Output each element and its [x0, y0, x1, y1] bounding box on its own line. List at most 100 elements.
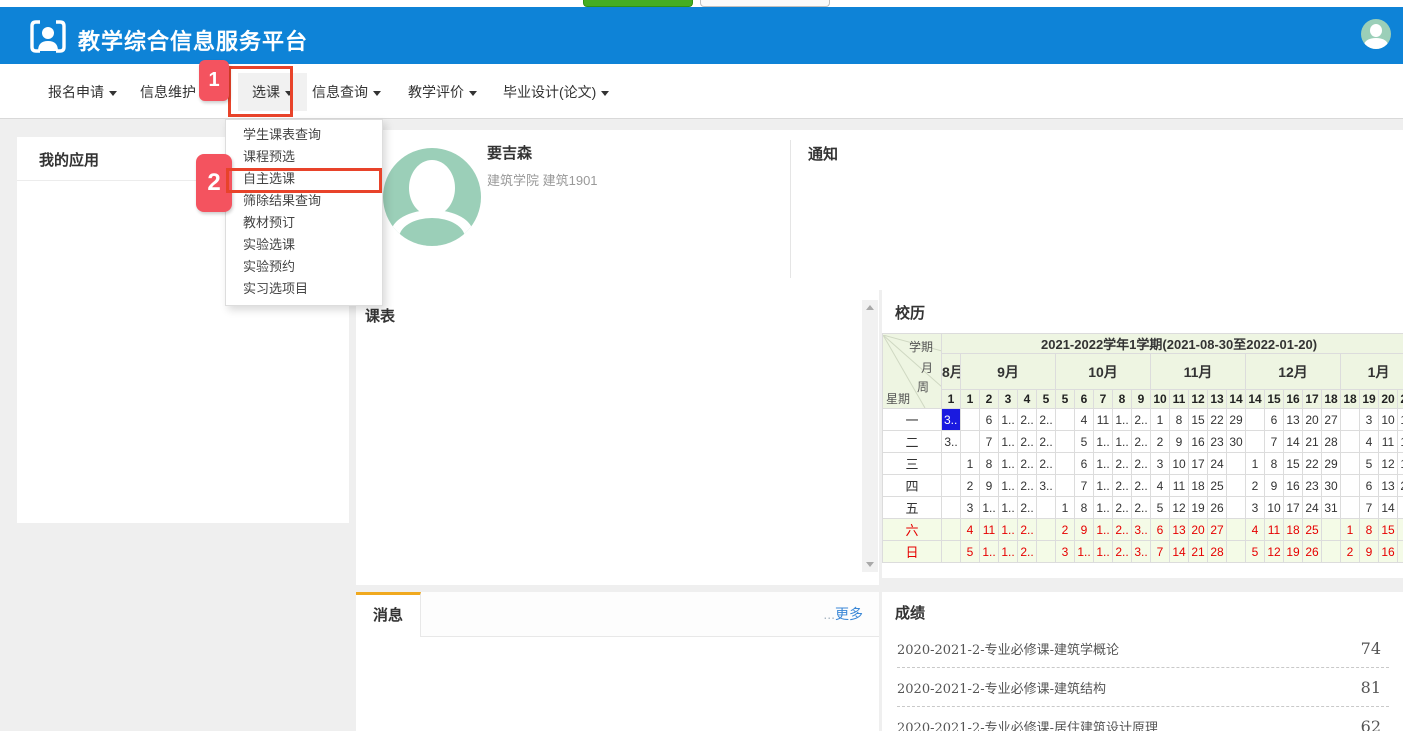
grade-row-1[interactable]: 2020-2021-2-专业必修课-建筑结构81	[897, 668, 1389, 707]
calendar-cell[interactable]	[1037, 541, 1056, 563]
calendar-cell[interactable]: 11	[980, 519, 999, 541]
calendar-cell[interactable]: 2..	[1018, 497, 1037, 519]
calendar-cell[interactable]: 25	[1303, 519, 1322, 541]
calendar-cell[interactable]: 1..	[1094, 431, 1113, 453]
scroll-up-icon[interactable]	[866, 305, 874, 310]
timetable-scrollbar[interactable]	[862, 300, 878, 572]
calendar-cell[interactable]	[1227, 519, 1246, 541]
calendar-cell[interactable]: 26	[1208, 497, 1227, 519]
calendar-cell[interactable]: 17	[1189, 453, 1208, 475]
calendar-cell[interactable]: 1	[1056, 497, 1075, 519]
calendar-cell[interactable]: 13	[1284, 409, 1303, 431]
calendar-cell[interactable]: 19	[1189, 497, 1208, 519]
calendar-cell[interactable]: 2..	[1132, 497, 1151, 519]
calendar-cell[interactable]: 2..	[1132, 453, 1151, 475]
calendar-cell[interactable]: 2..	[1037, 409, 1056, 431]
dropdown-item-0[interactable]: 学生课表查询	[226, 124, 382, 146]
calendar-cell[interactable]: 17	[1398, 409, 1403, 431]
calendar-cell[interactable]: 2..	[1113, 453, 1132, 475]
calendar-cell[interactable]: 6	[1151, 519, 1170, 541]
calendar-cell[interactable]: 11	[1170, 475, 1189, 497]
dialog-confirm-button-stub[interactable]	[583, 0, 693, 7]
messages-more-link[interactable]: ...更多	[823, 604, 863, 624]
calendar-cell[interactable]: 4	[1360, 431, 1379, 453]
calendar-cell[interactable]	[1037, 519, 1056, 541]
grade-row-0[interactable]: 2020-2021-2-专业必修课-建筑学概论74	[897, 629, 1389, 668]
calendar-cell[interactable]: 1..	[980, 497, 999, 519]
calendar-cell[interactable]: 2..	[1113, 497, 1132, 519]
calendar-cell[interactable]: 13	[1379, 475, 1398, 497]
calendar-cell[interactable]: 23	[1303, 475, 1322, 497]
calendar-cell[interactable]	[942, 497, 961, 519]
calendar-cell[interactable]: 5	[1246, 541, 1265, 563]
calendar-cell[interactable]: 2..	[1018, 541, 1037, 563]
calendar-cell[interactable]: 7	[1265, 431, 1284, 453]
calendar-cell[interactable]: 2..	[1132, 475, 1151, 497]
calendar-cell[interactable]: 5	[1360, 453, 1379, 475]
calendar-cell[interactable]: 17	[1284, 497, 1303, 519]
calendar-cell[interactable]: 12	[1265, 541, 1284, 563]
calendar-cell[interactable]	[1246, 409, 1265, 431]
calendar-cell[interactable]: 16	[1379, 541, 1398, 563]
calendar-cell[interactable]	[1227, 497, 1246, 519]
calendar-cell[interactable]: 1..	[999, 409, 1018, 431]
calendar-cell[interactable]	[1341, 431, 1360, 453]
calendar-cell[interactable]	[1227, 541, 1246, 563]
calendar-cell[interactable]: 10	[1379, 409, 1398, 431]
calendar-cell[interactable]: 7	[1151, 541, 1170, 563]
calendar-cell[interactable]: 19	[1398, 453, 1403, 475]
calendar-cell[interactable]: 3..	[942, 431, 961, 453]
calendar-cell[interactable]: 21	[1189, 541, 1208, 563]
calendar-cell[interactable]: 2..	[1132, 431, 1151, 453]
calendar-cell[interactable]: 14	[1170, 541, 1189, 563]
calendar-cell[interactable]: 7	[980, 431, 999, 453]
calendar-cell[interactable]: 3..	[1037, 475, 1056, 497]
calendar-cell[interactable]	[942, 453, 961, 475]
tab-messages[interactable]: 消息	[356, 592, 421, 637]
calendar-cell[interactable]	[1037, 497, 1056, 519]
calendar-cell[interactable]	[961, 431, 980, 453]
calendar-cell[interactable]	[1056, 431, 1075, 453]
calendar-cell[interactable]: 24	[1303, 497, 1322, 519]
calendar-cell[interactable]: 12	[1379, 453, 1398, 475]
calendar-cell[interactable]	[1246, 431, 1265, 453]
calendar-cell[interactable]: 2..	[1037, 453, 1056, 475]
calendar-cell[interactable]	[961, 409, 980, 431]
calendar-cell[interactable]	[1227, 475, 1246, 497]
calendar-cell[interactable]: 2..	[1037, 431, 1056, 453]
calendar-cell[interactable]: 1	[1246, 453, 1265, 475]
calendar-cell[interactable]: 4	[1151, 475, 1170, 497]
calendar-cell[interactable]: 4	[1246, 519, 1265, 541]
calendar-cell[interactable]	[1398, 519, 1403, 541]
calendar-cell[interactable]: 15	[1284, 453, 1303, 475]
calendar-cell[interactable]: 2	[1246, 475, 1265, 497]
calendar-cell[interactable]: 16	[1284, 475, 1303, 497]
calendar-cell[interactable]: 1..	[1094, 519, 1113, 541]
dialog-cancel-button-stub[interactable]	[700, 0, 830, 7]
calendar-cell[interactable]: 30	[1322, 475, 1341, 497]
calendar-cell[interactable]	[942, 519, 961, 541]
calendar-cell[interactable]	[1322, 519, 1341, 541]
calendar-cell[interactable]: 18	[1284, 519, 1303, 541]
calendar-cell[interactable]: 2..	[1018, 431, 1037, 453]
calendar-cell[interactable]: 1..	[999, 519, 1018, 541]
calendar-cell[interactable]: 7	[1360, 497, 1379, 519]
calendar-cell[interactable]	[942, 475, 961, 497]
calendar-cell[interactable]: 4	[961, 519, 980, 541]
calendar-cell[interactable]: 9	[1075, 519, 1094, 541]
calendar-cell[interactable]: 8	[1075, 497, 1094, 519]
calendar-cell[interactable]: 1	[1341, 519, 1360, 541]
calendar-cell[interactable]: 9	[980, 475, 999, 497]
calendar-cell[interactable]: 1..	[1094, 541, 1113, 563]
calendar-cell[interactable]: 2	[1151, 431, 1170, 453]
calendar-cell[interactable]: 6	[1075, 453, 1094, 475]
calendar-cell[interactable]: 3	[961, 497, 980, 519]
calendar-cell[interactable]: 1	[961, 453, 980, 475]
calendar-cell[interactable]: 2..	[1113, 475, 1132, 497]
calendar-cell[interactable]: 3..	[942, 409, 961, 431]
dropdown-item-3[interactable]: 筛除结果查询	[226, 190, 382, 212]
calendar-cell[interactable]: 11	[1265, 519, 1284, 541]
calendar-cell[interactable]	[1322, 541, 1341, 563]
calendar-cell[interactable]: 3	[1360, 409, 1379, 431]
grade-row-2[interactable]: 2020-2021-2-专业必修课-居住建筑设计原理62	[897, 707, 1389, 731]
